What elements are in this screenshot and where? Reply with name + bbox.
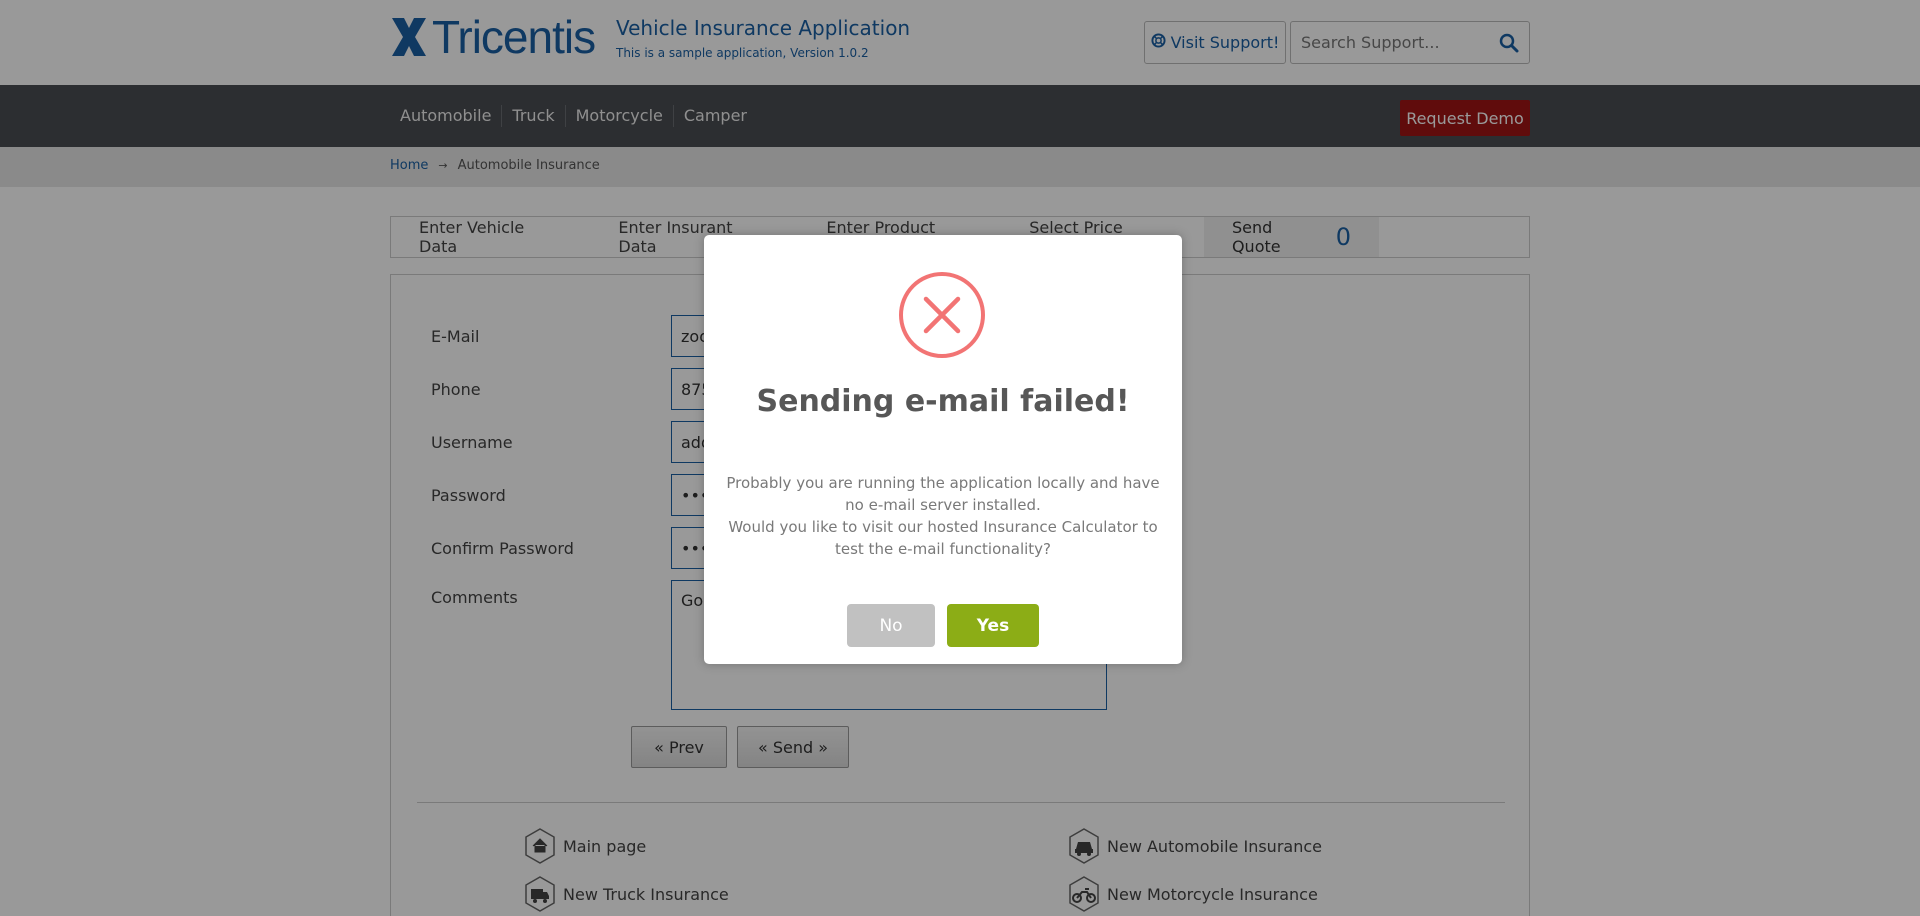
error-x-icon — [898, 271, 986, 359]
dialog-message: Probably you are running the application… — [720, 472, 1166, 560]
yes-button[interactable]: Yes — [947, 604, 1039, 647]
error-dialog: Sending e-mail failed! Probably you are … — [704, 235, 1182, 664]
dialog-message-line-1: Probably you are running the application… — [726, 474, 1160, 514]
dialog-message-line-2: Would you like to visit our hosted Insur… — [728, 518, 1158, 558]
no-button[interactable]: No — [847, 604, 935, 647]
dialog-title: Sending e-mail failed! — [756, 384, 1130, 419]
